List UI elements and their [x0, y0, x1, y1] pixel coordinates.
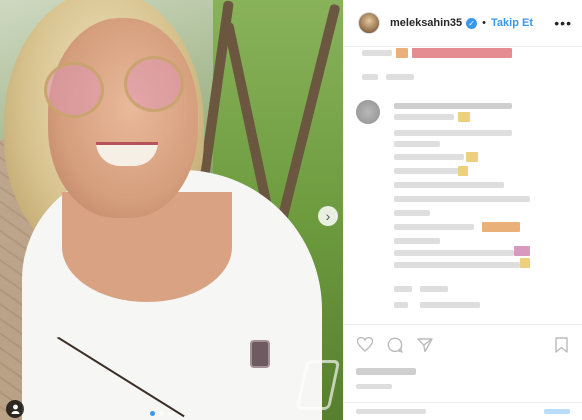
post-actions	[344, 324, 582, 364]
user-icon	[11, 404, 19, 414]
blurred-text	[394, 130, 512, 136]
blurred-text	[362, 74, 378, 80]
blurred-text	[394, 103, 512, 109]
comment-button[interactable]	[386, 336, 404, 354]
glasses-left-lens	[44, 62, 104, 118]
carousel-dot-active	[150, 411, 155, 416]
more-options-icon[interactable]: •••	[554, 15, 572, 31]
add-comment-bar	[344, 402, 582, 420]
post-sidebar: meleksahin35 ✓ • Takip Et •••	[343, 0, 582, 420]
carousel-indicator	[150, 411, 173, 416]
blurred-emoji	[412, 48, 512, 58]
blurred-text	[362, 50, 392, 56]
blurred-emoji	[396, 48, 408, 58]
comments-list	[344, 48, 582, 316]
blurred-text	[394, 168, 460, 174]
commenter-avatar[interactable]	[356, 100, 380, 124]
blurred-text	[394, 196, 530, 202]
avatar[interactable]	[358, 12, 380, 34]
username-link[interactable]: meleksahin35	[390, 17, 462, 29]
post-comment-button-blurred[interactable]	[544, 409, 570, 414]
blurred-emoji	[520, 258, 530, 268]
verified-check-icon: ✓	[466, 17, 478, 29]
blurred-text	[394, 114, 454, 120]
blurred-text	[394, 154, 464, 160]
comment-icon	[387, 336, 403, 353]
heart-icon	[357, 337, 373, 352]
follow-button[interactable]: Takip Et	[491, 17, 533, 29]
blurred-text	[394, 302, 408, 308]
save-button[interactable]	[552, 336, 570, 354]
blurred-text	[394, 250, 514, 256]
blurred-text	[420, 302, 480, 308]
blurred-emoji	[458, 166, 468, 176]
blurred-text	[386, 74, 414, 80]
carousel-dot	[159, 411, 164, 416]
share-icon	[417, 337, 433, 352]
likes-count-blurred[interactable]	[356, 368, 416, 375]
carousel-dot	[168, 411, 173, 416]
blurred-emoji	[514, 246, 530, 256]
blurred-emoji	[482, 222, 520, 232]
bookmark-icon	[554, 336, 568, 353]
separator-dot: •	[482, 17, 487, 29]
share-button[interactable]	[416, 336, 434, 354]
blurred-text	[394, 182, 504, 188]
blurred-text	[394, 286, 412, 292]
carousel-next-button[interactable]: ›	[318, 206, 338, 226]
blurred-text	[394, 238, 440, 244]
blurred-emoji	[466, 152, 478, 162]
photo-face	[48, 18, 198, 218]
blurred-text	[394, 210, 430, 216]
tagged-users-button[interactable]	[6, 400, 24, 418]
blurred-text	[394, 141, 440, 147]
blurred-text	[394, 262, 520, 268]
post-header: meleksahin35 ✓ • Takip Et •••	[344, 0, 582, 47]
blurred-emoji	[458, 112, 470, 122]
comment-input-blurred[interactable]	[356, 409, 426, 414]
post-photo[interactable]: ›	[0, 0, 343, 420]
blurred-text	[420, 286, 448, 292]
glasses-right-lens	[124, 56, 184, 112]
chevron-right-icon: ›	[325, 208, 331, 224]
necklace-pendant	[250, 340, 270, 368]
like-button[interactable]	[356, 336, 374, 354]
timestamp-blurred	[356, 384, 392, 389]
blurred-text	[394, 224, 474, 230]
